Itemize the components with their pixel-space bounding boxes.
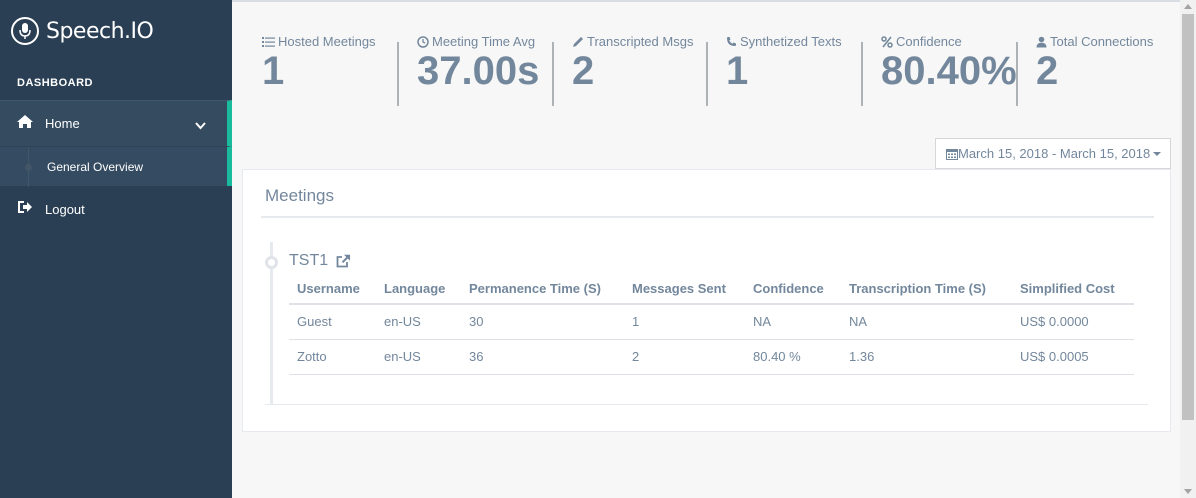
stat-value: 80.40% [881,49,1017,93]
meetings-panel: Meetings TST1 Username Language Permanen… [242,169,1171,432]
scroll-thumb[interactable] [1182,14,1194,420]
meeting-name: TST1 [289,252,329,269]
panel-title: Meetings [265,186,334,205]
percent-icon [881,35,893,48]
column-header: Messages Sent [624,273,745,305]
table-cell: Guest [289,304,376,340]
stat-label: Confidence [896,34,962,49]
date-range-label: March 15, 2018 - March 15, 2018 [958,146,1151,161]
stat-hosted-meetings: Hosted Meetings 1 [262,34,376,106]
phone-icon [727,37,736,46]
table-cell: 1 [624,304,745,340]
stat-label: Synthetized Texts [740,34,842,49]
column-header: Confidence [745,273,841,305]
top-border [232,0,1196,2]
table-cell: US$ 0.0005 [1012,339,1134,375]
column-header: Permanence Time (S) [461,273,624,305]
home-icon [16,114,34,134]
logout-icon [17,200,33,219]
scroll-up-arrow-icon[interactable] [1184,4,1192,9]
stat-divider [861,42,863,106]
stat-total-connections: Total Connections 2 [1036,34,1153,106]
stat-transcripted-msgs: Transcripted Msgs 2 [572,34,693,106]
table-cell: 2 [624,339,745,375]
table-cell: NA [745,304,841,340]
brand-name: Speech.IO [46,18,154,44]
sidebar-item-label: Logout [45,201,85,217]
sidebar-item-label: General Overview [47,159,144,174]
stat-label: Transcripted Msgs [587,34,694,49]
user-icon [1036,36,1047,47]
clock-icon [417,35,429,48]
caret-down-icon [1153,151,1162,156]
meeting-table: Username Language Permanence Time (S) Me… [289,273,1134,375]
stat-confidence: Confidence 80.40% [881,34,1017,106]
stat-meeting-time-avg: Meeting Time Avg 37.00s [417,34,539,106]
stat-label: Meeting Time Avg [432,34,536,49]
timeline-dot [265,256,278,269]
scroll-down-arrow-icon[interactable] [1184,489,1192,494]
table-cell: en-US [376,339,461,375]
sidebar-item-general-overview[interactable]: General Overview [0,146,232,187]
stat-divider [552,42,554,106]
chevron-down-icon [195,117,206,135]
table-cell: Zotto [289,339,376,375]
stat-value: 1 [726,49,749,93]
sidebar-item-label: Home [45,116,80,131]
column-header: Language [376,273,461,305]
column-header: Transcription Time (S) [841,273,1012,305]
column-header: Username [289,273,376,305]
sidebar: Speech.IO DASHBOARD Home General Overvie… [0,0,232,498]
timeline-bottom-divider [265,404,1148,405]
table-cell: 1.36 [841,339,1012,375]
table-row: Zotto en-US 36 2 80.40 % 1.36 US$ 0.0005 [289,339,1134,375]
stat-synthetized-texts: Synthetized Texts 1 [726,34,842,106]
sidebar-item-home[interactable]: Home [0,100,232,146]
brand[interactable]: Speech.IO [0,0,232,62]
table-cell: en-US [376,304,461,340]
submenu-dot [25,164,32,171]
table-cell: 36 [461,339,624,375]
stat-divider [706,42,708,106]
table-cell: NA [841,304,1012,340]
stat-divider [1016,42,1018,106]
list-icon [262,37,275,47]
meeting-title[interactable]: TST1 [289,252,351,270]
sidebar-item-logout[interactable]: Logout [0,194,232,224]
stat-value: 2 [572,49,595,93]
sidebar-section-title: DASHBOARD [17,77,93,89]
stat-value: 1 [262,49,285,93]
table-cell: 30 [461,304,624,340]
table-cell: US$ 0.0000 [1012,304,1134,340]
stat-label: Hosted Meetings [278,34,376,49]
vertical-scrollbar[interactable] [1180,0,1196,498]
pencil-icon [573,36,583,47]
stat-divider [397,42,399,106]
stat-value: 37.00s [417,49,540,93]
table-header-row: Username Language Permanence Time (S) Me… [289,273,1134,305]
stat-label: Total Connections [1050,34,1154,49]
table-cell: 80.40 % [745,339,841,375]
stat-value: 2 [1036,49,1059,93]
panel-divider [261,216,1154,218]
table-row: Guest en-US 30 1 NA NA US$ 0.0000 [289,304,1134,340]
external-link-icon[interactable] [336,254,351,268]
calendar-icon [946,148,958,160]
column-header: Simplified Cost [1012,273,1134,305]
date-range-picker[interactable]: March 15, 2018 - March 15, 2018 [935,138,1171,169]
microphone-icon [11,17,39,45]
